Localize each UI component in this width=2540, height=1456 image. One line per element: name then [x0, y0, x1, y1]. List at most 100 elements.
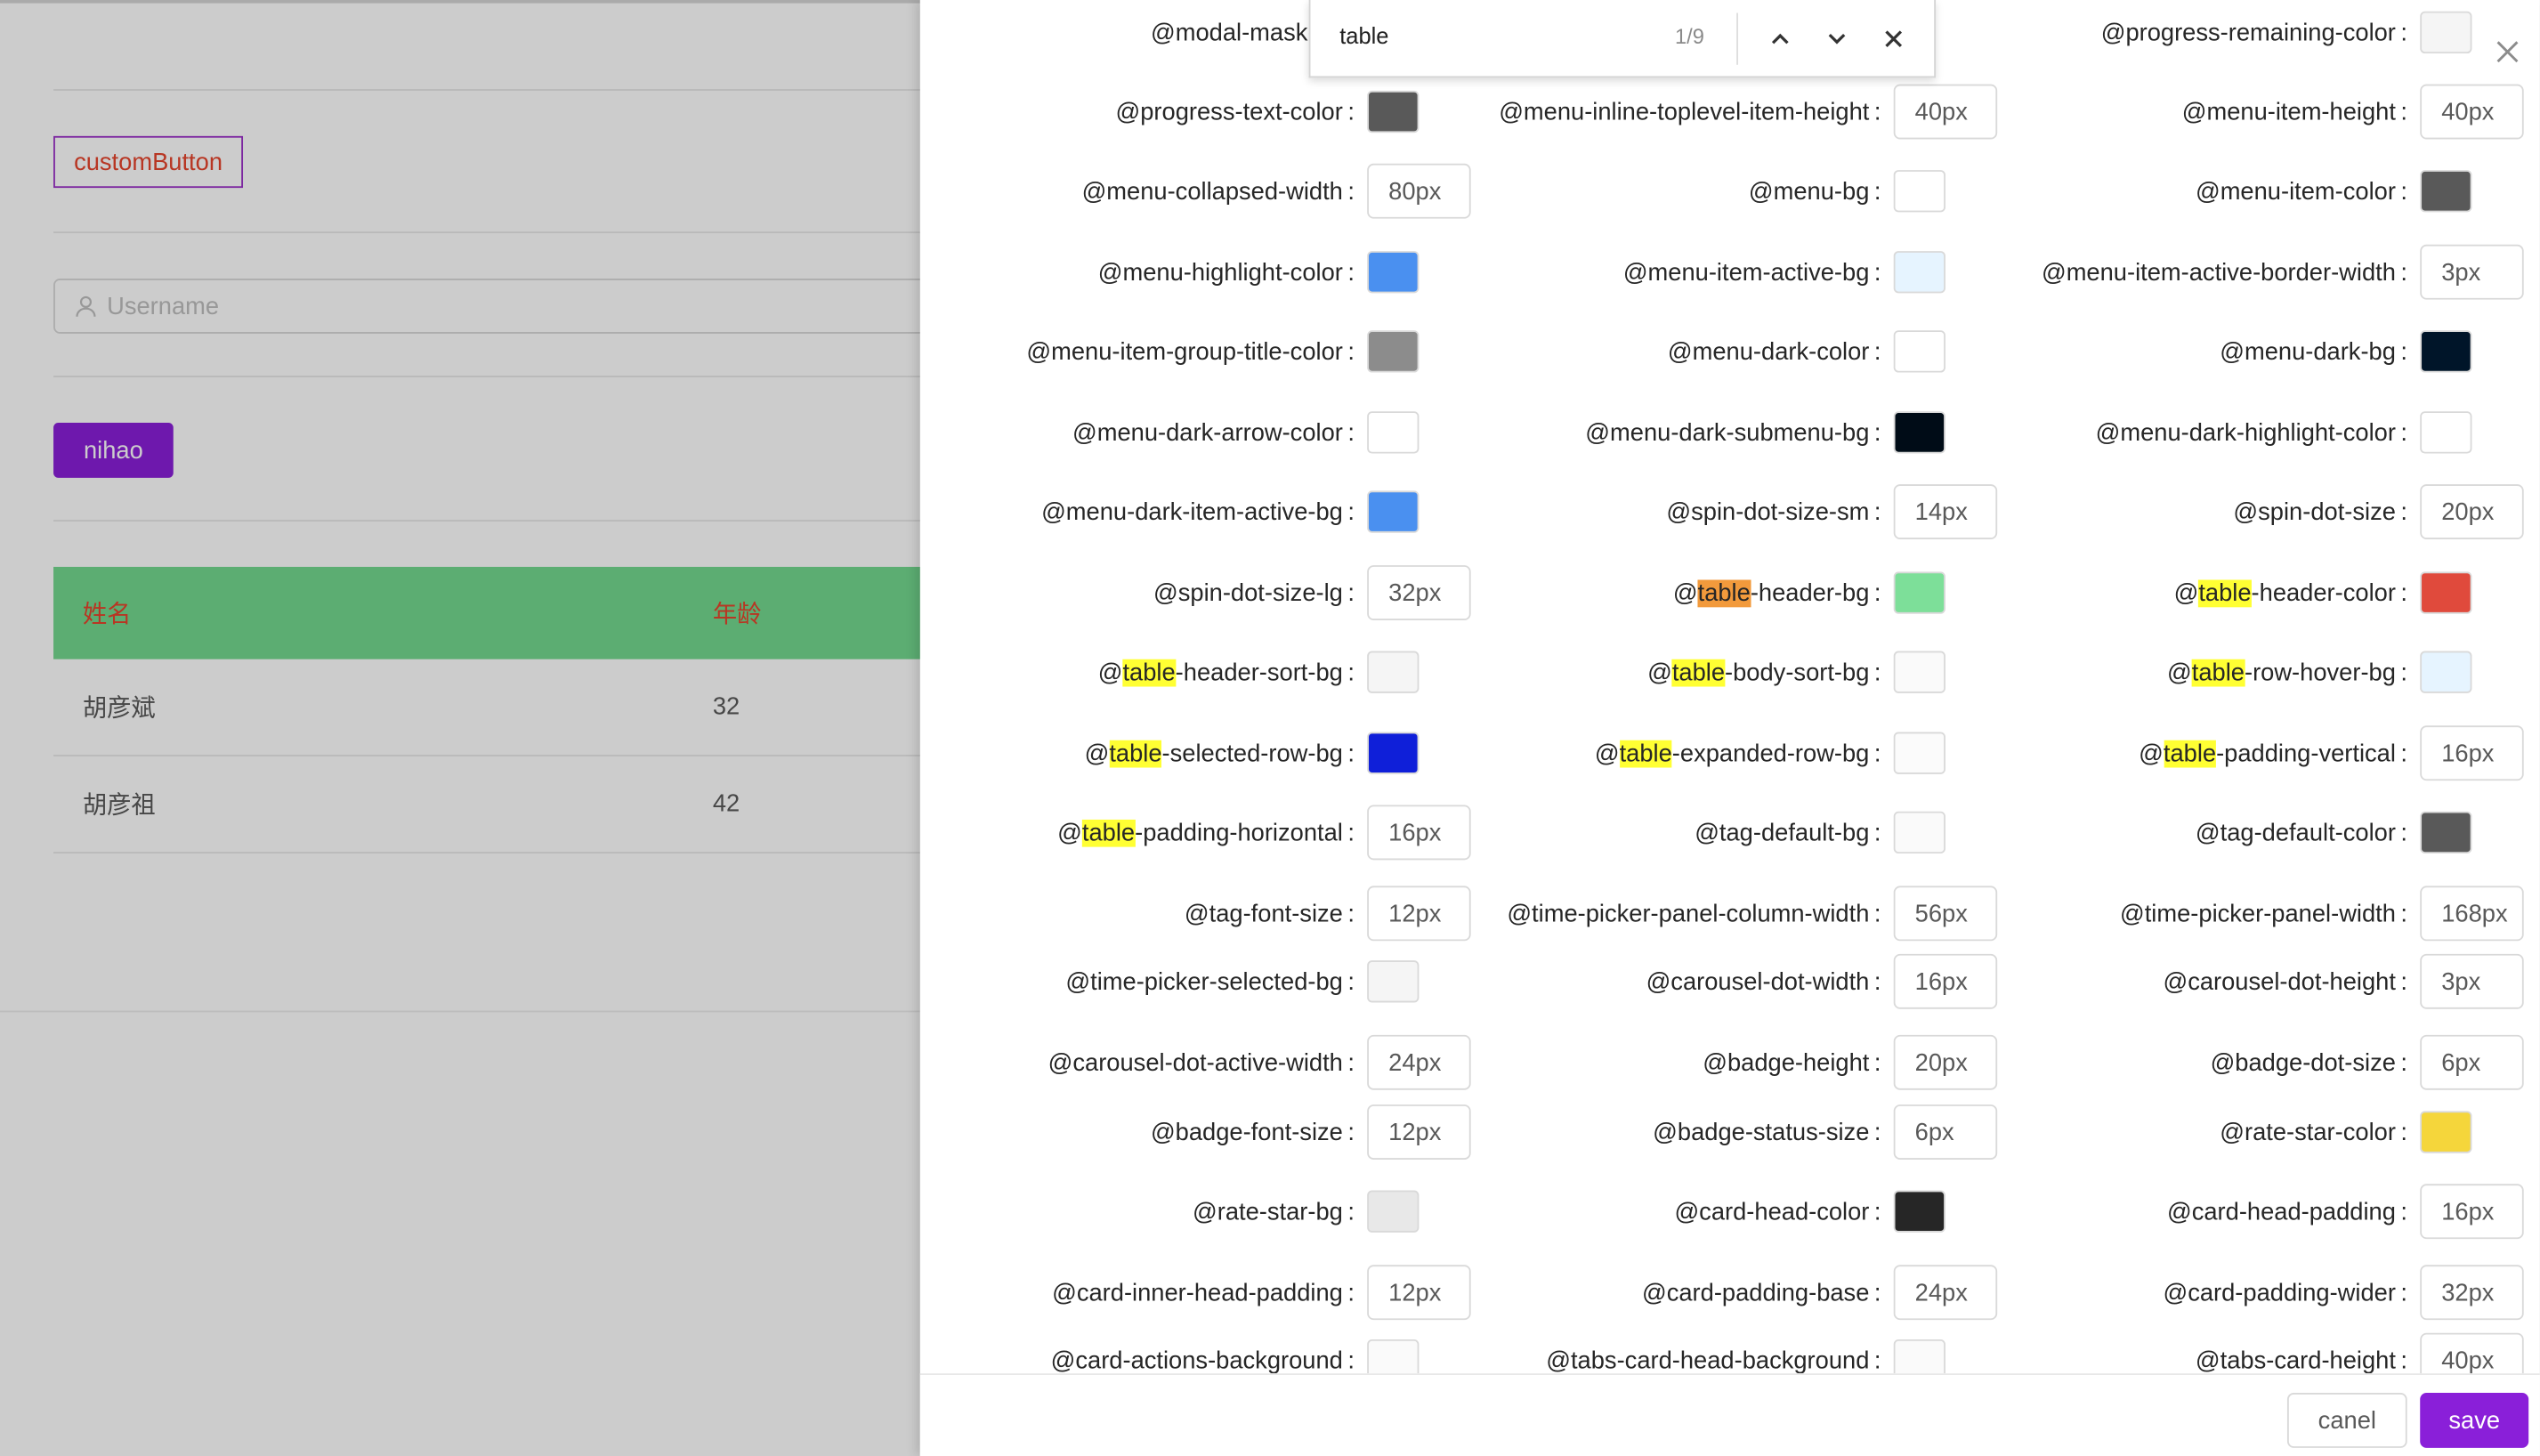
color-swatch[interactable] [1367, 960, 1420, 1003]
value-input[interactable]: 32px [2420, 1265, 2525, 1321]
value-input[interactable]: 40px [2420, 84, 2525, 140]
label-colon: : [1347, 1278, 1355, 1306]
value-input[interactable]: 6px [2420, 1034, 2525, 1090]
value-input[interactable]: 40px [2420, 1332, 2525, 1374]
theme-variable-row: @menu-dark-arrow-color: [946, 405, 1420, 460]
label-colon: : [1873, 177, 1881, 206]
theme-variable-row: @table-selected-row-bg: [946, 725, 1420, 781]
theme-variable-row: @table-body-sort-bg: [1464, 644, 1946, 700]
color-swatch[interactable] [1367, 651, 1420, 693]
variable-label: @spin-dot-size-sm [1666, 497, 1870, 526]
theme-variable-row: @menu-dark-item-active-bg: [946, 484, 1420, 539]
color-swatch[interactable] [1367, 490, 1420, 533]
close-icon[interactable] [2491, 36, 2523, 68]
value-input[interactable]: 12px [1367, 1265, 1471, 1321]
theme-variable-row: @menu-dark-bg: [1975, 324, 2472, 379]
theme-variable-row: @badge-status-size:6px [1464, 1104, 1998, 1160]
color-swatch[interactable] [1367, 1190, 1420, 1233]
label-colon: : [2400, 1347, 2407, 1374]
theme-variable-row: @menu-collapsed-width:80px [946, 163, 1471, 219]
find-next-button[interactable] [1819, 21, 1855, 57]
color-swatch[interactable] [2420, 170, 2472, 213]
color-swatch[interactable] [2420, 651, 2472, 693]
variable-label: @menu-bg [1748, 177, 1870, 206]
color-swatch[interactable] [1894, 651, 1946, 693]
label-colon: : [1873, 1278, 1881, 1306]
cancel-button[interactable]: canel [2286, 1393, 2407, 1448]
variable-label: @menu-highlight-color [1097, 258, 1343, 287]
value-input[interactable]: 12px [1367, 886, 1471, 942]
label-colon: : [1873, 1118, 1881, 1146]
color-swatch[interactable] [1367, 90, 1420, 133]
variable-label: @carousel-dot-height [2163, 967, 2396, 996]
variable-label: @table-body-sort-bg [1647, 658, 1870, 686]
save-button[interactable]: save [2420, 1393, 2529, 1448]
variable-label: @menu-dark-bg [2220, 337, 2396, 366]
color-swatch[interactable] [2420, 330, 2472, 373]
label-colon: : [1347, 497, 1355, 526]
find-highlight: table [1697, 578, 1751, 607]
label-colon: : [1347, 1347, 1355, 1374]
variable-label: @menu-item-height [2181, 98, 2396, 126]
color-swatch[interactable] [2420, 11, 2472, 54]
find-highlight: table [2198, 578, 2252, 607]
find-highlight: table [1109, 739, 1162, 767]
find-highlight: table [1081, 818, 1136, 846]
variable-label: @card-padding-base [1642, 1278, 1870, 1306]
find-highlight: table [1671, 658, 1726, 686]
variable-label: @menu-dark-item-active-bg [1041, 497, 1343, 526]
variable-label: @badge-status-size [1653, 1118, 1870, 1146]
variable-label: @progress-text-color [1115, 98, 1343, 126]
label-colon: : [2400, 258, 2407, 287]
theme-variable-row: @table-header-color: [1975, 565, 2472, 620]
value-input[interactable]: 24px [1367, 1034, 1471, 1090]
label-colon: : [2400, 739, 2407, 767]
value-input[interactable]: 3px [2420, 244, 2525, 300]
variable-label: @time-picker-selected-bg [1065, 967, 1343, 996]
label-colon: : [2400, 1278, 2407, 1306]
color-swatch[interactable] [2420, 1111, 2472, 1153]
value-input[interactable]: 3px [2420, 953, 2525, 1009]
find-close-button[interactable] [1876, 21, 1912, 57]
color-swatch[interactable] [1894, 1339, 1946, 1374]
label-colon: : [1873, 899, 1881, 927]
variable-label: @card-head-color [1674, 1197, 1870, 1225]
value-input[interactable]: 16px [2420, 725, 2525, 781]
color-swatch[interactable] [2420, 411, 2472, 454]
find-input[interactable]: table [1339, 22, 1388, 48]
color-swatch[interactable] [1894, 411, 1946, 454]
value-input[interactable]: 16px [1367, 805, 1471, 861]
label-colon: : [1347, 418, 1355, 447]
label-colon: : [2400, 418, 2407, 447]
value-input[interactable]: 20px [2420, 484, 2525, 539]
color-swatch[interactable] [1367, 330, 1420, 373]
color-swatch[interactable] [1894, 732, 1946, 774]
value-input[interactable]: 16px [2420, 1184, 2525, 1240]
value-input[interactable]: 32px [1367, 565, 1471, 620]
value-input[interactable]: 80px [1367, 163, 1471, 219]
theme-variable-row: @table-header-bg: [1464, 565, 1946, 620]
find-previous-button[interactable] [1762, 21, 1798, 57]
label-colon: : [1347, 967, 1355, 996]
color-swatch[interactable] [2420, 571, 2472, 614]
value-input[interactable]: 168px [2420, 886, 2525, 942]
color-swatch[interactable] [1894, 170, 1946, 213]
find-separator [1736, 12, 1738, 65]
color-swatch[interactable] [1894, 330, 1946, 373]
top-border [0, 0, 920, 4]
color-swatch[interactable] [1894, 251, 1946, 294]
theme-variable-row: @carousel-dot-width:16px [1464, 953, 1998, 1009]
variable-label: @table-padding-horizontal [1057, 818, 1343, 846]
color-swatch[interactable] [1894, 571, 1946, 614]
color-swatch[interactable] [1894, 1190, 1946, 1233]
color-swatch[interactable] [1367, 251, 1420, 294]
label-colon: : [2400, 98, 2407, 126]
theme-variable-row: @menu-inline-toplevel-item-height:40px [1464, 84, 1998, 140]
theme-variable-row: @card-actions-background: [946, 1333, 1420, 1374]
color-swatch[interactable] [1367, 1339, 1420, 1374]
value-input[interactable]: 12px [1367, 1104, 1471, 1160]
color-swatch[interactable] [2420, 811, 2472, 854]
color-swatch[interactable] [1367, 732, 1420, 774]
color-swatch[interactable] [1894, 811, 1946, 854]
color-swatch[interactable] [1367, 411, 1420, 454]
